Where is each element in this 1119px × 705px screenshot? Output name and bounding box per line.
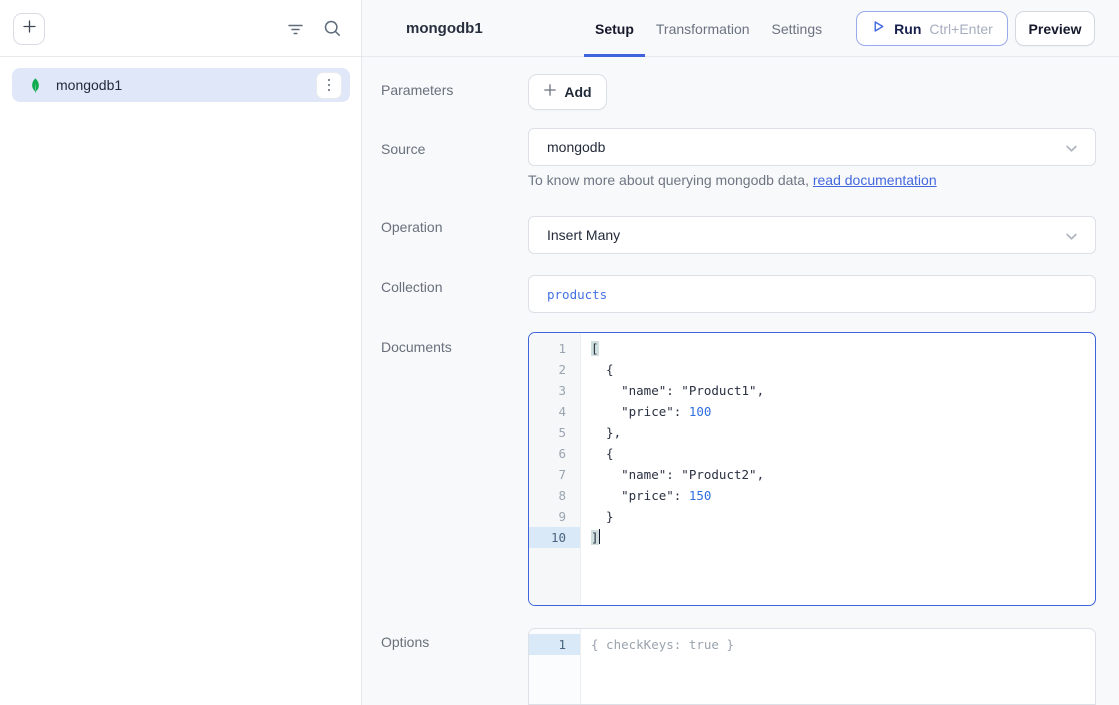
operation-select-value: Insert Many <box>547 227 620 243</box>
tab-settings[interactable]: Settings <box>761 0 834 57</box>
play-icon <box>871 19 886 39</box>
query-editor-header: mongodb1 Setup Transformation Settings R… <box>362 0 1119 57</box>
parameters-label: Parameters <box>381 82 453 98</box>
source-select[interactable]: mongodb <box>528 128 1096 166</box>
plus-icon <box>543 83 557 102</box>
collection-input-value: products <box>547 287 607 302</box>
tab-setup[interactable]: Setup <box>584 0 645 57</box>
query-list-item-mongodb1[interactable]: mongodb1 <box>12 68 350 102</box>
source-helper-text: To know more about querying mongodb data… <box>528 172 937 188</box>
run-shortcut-label: Ctrl+Enter <box>929 21 992 37</box>
helper-text: To know more about querying mongodb data… <box>528 172 813 188</box>
mongodb-leaf-icon <box>28 77 43 94</box>
tab-transformation[interactable]: Transformation <box>645 0 761 57</box>
options-gutter: 1 <box>529 629 581 704</box>
operation-select[interactable]: Insert Many <box>528 216 1096 254</box>
run-button[interactable]: Run Ctrl+Enter <box>856 11 1008 46</box>
options-code[interactable]: { checkKeys: true } <box>581 629 1095 704</box>
filter-icon[interactable] <box>287 21 304 37</box>
add-query-button[interactable] <box>13 13 45 45</box>
kebab-menu-icon[interactable] <box>316 72 342 99</box>
plus-icon <box>22 19 37 39</box>
collection-label: Collection <box>381 279 442 295</box>
read-documentation-link[interactable]: read documentation <box>813 172 937 188</box>
source-select-value: mongodb <box>547 139 605 155</box>
operation-label: Operation <box>381 219 442 235</box>
documents-label: Documents <box>381 339 452 355</box>
query-sidebar: mongodb1 <box>0 0 362 705</box>
documents-code-editor[interactable]: 12345678910 [ { "name": "Product1", "pri… <box>528 332 1096 606</box>
query-title: mongodb1 <box>406 0 483 57</box>
query-item-label: mongodb1 <box>56 77 316 93</box>
tab-bar: Setup Transformation Settings <box>584 0 833 57</box>
query-editor-panel: mongodb1 Setup Transformation Settings R… <box>362 0 1119 705</box>
preview-button[interactable]: Preview <box>1015 11 1095 46</box>
add-parameter-button[interactable]: Add <box>528 74 607 110</box>
options-label: Options <box>381 634 429 650</box>
documents-gutter: 12345678910 <box>529 333 581 605</box>
sidebar-header <box>0 0 361 57</box>
add-parameter-label: Add <box>564 84 591 100</box>
search-icon[interactable] <box>323 19 342 38</box>
chevron-down-icon <box>1064 229 1079 244</box>
chevron-down-icon <box>1064 141 1079 156</box>
source-label: Source <box>381 141 425 157</box>
run-button-label: Run <box>894 21 921 37</box>
options-code-editor[interactable]: 1 { checkKeys: true } <box>528 628 1096 705</box>
documents-code[interactable]: [ { "name": "Product1", "price": 100 }, … <box>581 333 1095 605</box>
collection-input[interactable]: products <box>528 275 1096 313</box>
